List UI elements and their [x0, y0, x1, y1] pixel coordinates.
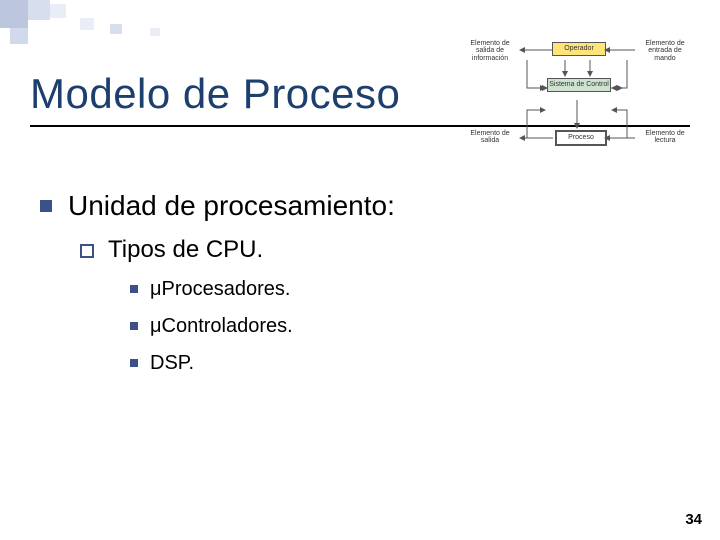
bullet-text: DSP.: [150, 352, 194, 375]
diagram-box-operador: Operador: [552, 42, 606, 56]
bullet-text: μProcesadores.: [150, 278, 290, 301]
bullet-text: Tipos de CPU.: [108, 236, 263, 264]
square-bullet-icon: [130, 285, 138, 293]
slide-body: Unidad de procesamiento: Tipos de CPU. μ…: [40, 190, 640, 389]
diagram-label-bottom-right: Elemento de lectura: [640, 130, 690, 145]
diagram-label-bottom-left: Elemento de salida: [465, 130, 515, 145]
process-diagram: Elemento de salida de información Elemen…: [465, 40, 690, 165]
bullet-level3: DSP.: [130, 352, 640, 375]
diagram-label-top-left: Elemento de salida de información: [465, 40, 515, 62]
bullet-level1: Unidad de procesamiento:: [40, 190, 640, 222]
diagram-box-control: Sistema de Control: [547, 78, 611, 92]
slide-decoration: [0, 0, 220, 50]
page-number: 34: [685, 511, 702, 528]
bullet-level3: μProcesadores.: [130, 278, 640, 301]
diagram-label-top-right: Elemento de entrada de mando: [640, 40, 690, 62]
hollow-square-bullet-icon: [80, 244, 94, 258]
square-bullet-icon: [40, 200, 52, 212]
square-bullet-icon: [130, 322, 138, 330]
bullet-level3: μControladores.: [130, 315, 640, 338]
diagram-box-proceso: Proceso: [555, 130, 607, 146]
square-bullet-icon: [130, 359, 138, 367]
bullet-level2: Tipos de CPU.: [80, 236, 640, 264]
bullet-text: μControladores.: [150, 315, 293, 338]
bullet-text: Unidad de procesamiento:: [68, 190, 395, 222]
slide-title: Modelo de Proceso: [30, 70, 400, 118]
